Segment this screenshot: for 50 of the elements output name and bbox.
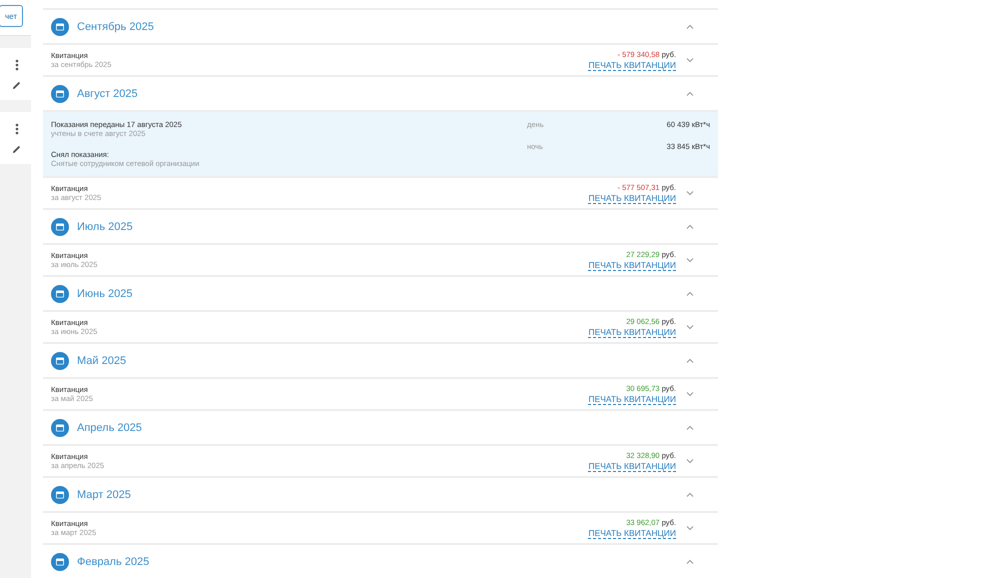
calendar-icon [51, 486, 69, 504]
chevron-up-icon[interactable] [686, 24, 694, 29]
calendar-icon [51, 218, 69, 236]
print-receipt-link[interactable]: ПЕЧАТЬ КВИТАНЦИИ [588, 260, 676, 270]
more-menu-icon[interactable] [14, 58, 18, 70]
calendar-icon [51, 84, 69, 102]
chevron-up-icon[interactable] [686, 492, 694, 497]
print-receipt-link[interactable]: ПЕЧАТЬ КВИТАНЦИИ [588, 326, 676, 338]
print-receipt-link[interactable]: ПЕЧАТЬ КВИТАНЦИИ [588, 394, 676, 404]
calendar-icon [51, 552, 69, 570]
chevron-up-icon[interactable] [686, 559, 694, 564]
month-header[interactable]: Апрель 2025 [43, 409, 718, 444]
chevron-down-icon[interactable] [686, 190, 694, 196]
print-receipt-link[interactable]: ПЕЧАТЬ КВИТАНЦИИ [588, 460, 676, 472]
chevron-up-icon[interactable] [686, 425, 694, 430]
calendar-icon [51, 284, 69, 302]
chevron-up-icon[interactable] [686, 358, 694, 363]
month-header[interactable]: Сентябрь 2025 [43, 8, 718, 43]
chevron-down-icon[interactable] [686, 324, 694, 330]
month-title: Февраль 2025 [77, 556, 150, 568]
month-title: Июль 2025 [77, 220, 134, 232]
edit-icon[interactable] [12, 144, 21, 154]
print-receipt-link[interactable]: ПЕЧАТЬ КВИТАНЦИИ [588, 528, 676, 538]
month-header[interactable]: Март 2025 [43, 476, 718, 511]
month-header[interactable]: Май 2025 [43, 342, 718, 377]
chevron-up-icon[interactable] [686, 291, 694, 296]
month-title: Июнь 2025 [77, 288, 134, 300]
chevron-down-icon[interactable] [686, 458, 694, 464]
print-receipt-link[interactable]: ПЕЧАТЬ КВИТАНЦИИ [588, 60, 676, 70]
print-receipt-link[interactable]: ПЕЧАТЬ КВИТАНЦИИ [588, 192, 676, 204]
edit-icon[interactable] [12, 80, 21, 90]
chevron-up-icon[interactable] [686, 224, 694, 229]
chevron-down-icon[interactable] [686, 258, 694, 262]
month-title: Май 2025 [77, 354, 128, 366]
calendar-icon [51, 352, 69, 370]
month-header[interactable]: Июль 2025 [43, 208, 718, 243]
more-menu-icon[interactable] [14, 122, 18, 134]
month-header[interactable]: Февраль 2025 [43, 543, 718, 578]
chevron-down-icon[interactable] [686, 392, 694, 396]
calendar-icon [51, 418, 69, 436]
month-title: Апрель 2025 [77, 422, 143, 434]
month-header[interactable]: Июнь 2025 [43, 275, 718, 310]
month-title: Март 2025 [77, 488, 132, 500]
account-button[interactable]: чет [0, 5, 23, 27]
chevron-down-icon[interactable] [686, 58, 694, 62]
calendar-icon [51, 18, 69, 36]
month-title: Август 2025 [77, 88, 139, 100]
chevron-up-icon[interactable] [686, 91, 694, 96]
chevron-down-icon[interactable] [686, 526, 694, 530]
month-title: Сентябрь 2025 [77, 20, 155, 32]
